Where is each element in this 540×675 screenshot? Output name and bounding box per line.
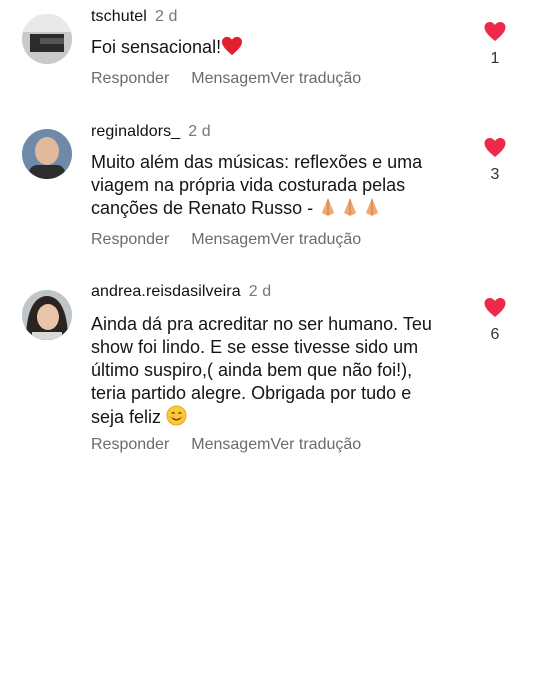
heart-icon[interactable] <box>483 21 507 42</box>
like-button[interactable]: 1 <box>482 21 508 68</box>
comment-time: 2 d <box>188 123 211 140</box>
reply-button[interactable]: Responder <box>91 70 169 87</box>
red-heart-emoji-icon <box>221 36 243 62</box>
reply-button[interactable]: Responder <box>91 436 169 453</box>
comment-actions: Responder MensagemVer tradução <box>91 70 361 88</box>
comment-username[interactable]: reginaldors_ 2 d <box>91 123 211 141</box>
comment-text-line: canções de Renato Russo - <box>91 198 314 218</box>
translate-button[interactable]: Ver tradução <box>270 70 361 87</box>
username-text[interactable]: andrea.reisdasilveira <box>91 283 241 300</box>
comment-text-line: show foi lindo. E se esse tivesse sido u… <box>91 337 419 357</box>
comment-actions: Responder MensagemVer tradução <box>91 231 361 249</box>
comment-time: 2 d <box>248 283 272 300</box>
heart-icon[interactable] <box>483 297 507 318</box>
comment-text: Ainda dá pra acreditar no ser humano. Te… <box>91 313 461 432</box>
username-text[interactable]: tschutel <box>91 8 147 25</box>
avatar[interactable] <box>22 14 72 64</box>
translate-button[interactable]: Ver tradução <box>270 436 361 453</box>
reply-button[interactable]: Responder <box>91 231 169 248</box>
avatar[interactable] <box>22 129 72 179</box>
comment-text-line: viagem na própria vida costurada pelas <box>91 175 406 195</box>
translate-button[interactable]: Ver tradução <box>270 231 361 248</box>
comment-username[interactable]: tschutel 2 d <box>91 8 178 26</box>
comment-username[interactable]: andrea.reisdasilveira 2 d <box>91 283 271 301</box>
smiling-face-emoji-icon <box>166 405 187 432</box>
like-count: 3 <box>490 166 500 183</box>
comment-text: Muito além das músicas: reflexões e uma … <box>91 151 461 223</box>
like-button[interactable]: 3 <box>482 137 508 184</box>
username-text[interactable]: reginaldors_ <box>91 123 180 140</box>
avatar[interactable] <box>22 290 72 340</box>
message-button[interactable]: Mensagem <box>191 436 270 453</box>
like-count: 6 <box>490 326 500 343</box>
comment-text-line: Foi sensacional! <box>91 37 222 57</box>
comment-text-line: seja feliz <box>91 407 162 427</box>
message-button[interactable]: Mensagem <box>191 231 270 248</box>
comment-text-line: último suspiro,( ainda bem que não foi!)… <box>91 360 413 380</box>
message-button[interactable]: Mensagem <box>191 70 270 87</box>
comment-text-line: Muito além das músicas: reflexões e uma <box>91 152 423 172</box>
comment-time: 2 d <box>154 8 178 25</box>
folded-hands-emoji-icon <box>318 197 384 223</box>
comment-text-line: teria partido alegre. Obrigada por tudo … <box>91 383 412 403</box>
comment-text-line: Ainda dá pra acreditar no ser humano. Te… <box>91 314 432 334</box>
like-count: 1 <box>490 50 500 67</box>
comment-actions: Responder MensagemVer tradução <box>91 436 361 454</box>
like-button[interactable]: 6 <box>482 297 508 344</box>
comment-text: Foi sensacional! <box>91 36 461 62</box>
heart-icon[interactable] <box>483 137 507 158</box>
